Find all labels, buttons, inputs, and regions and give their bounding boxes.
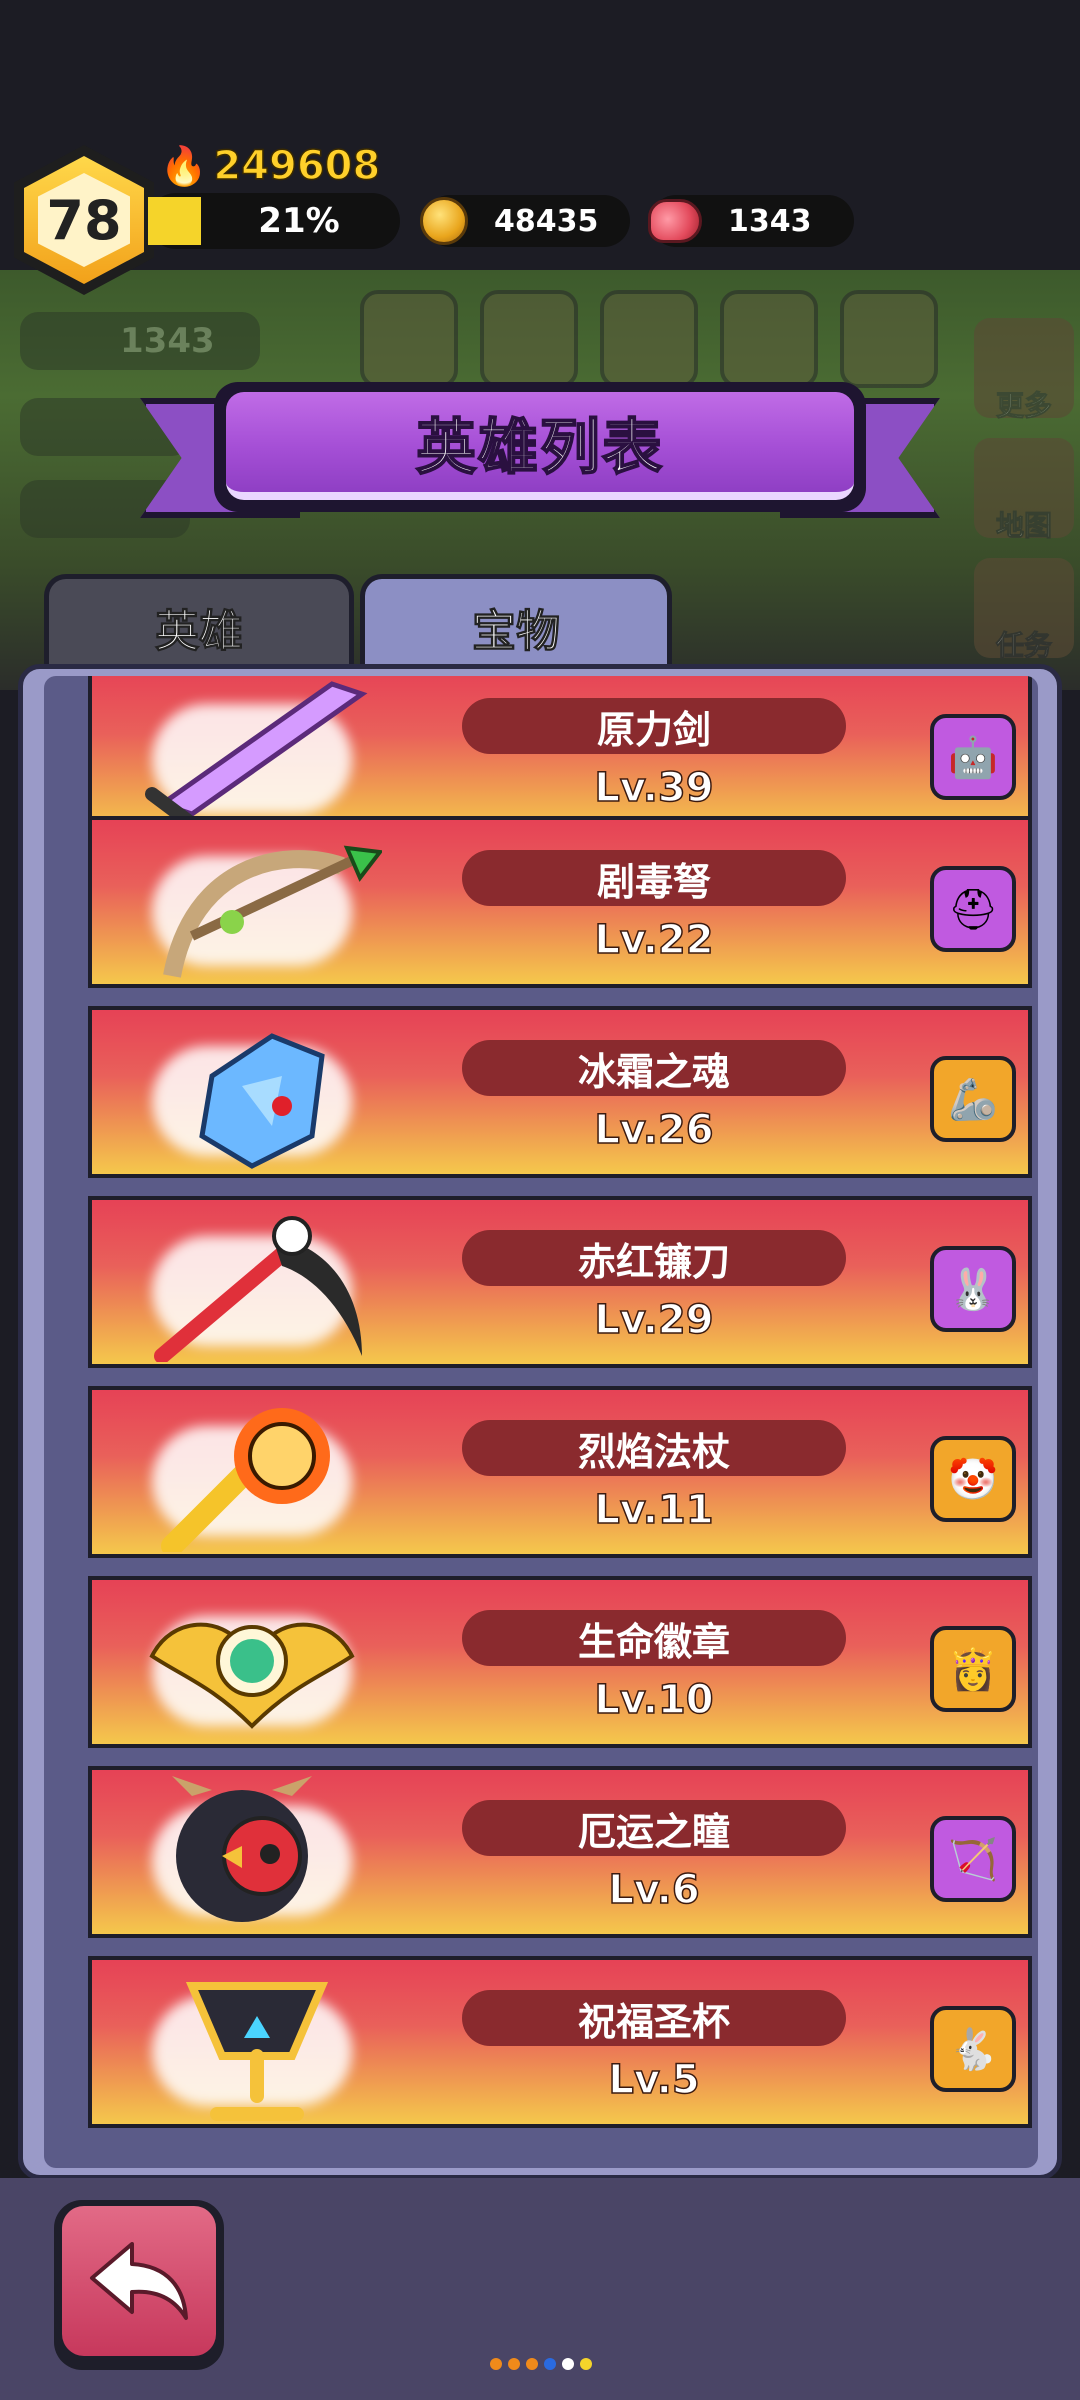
bg-icon — [720, 290, 818, 388]
bunny-hero-icon[interactable]: 🐰 — [930, 1246, 1016, 1332]
meat-value: 1343 — [728, 203, 812, 239]
treasure-level: Lv.6 — [608, 1866, 701, 1914]
treasure-name: 祝福圣杯 — [577, 1999, 730, 2044]
gold-counter[interactable]: 48435 — [420, 195, 630, 247]
treasure-list-scroll[interactable]: 原力剑 Lv.39 🤖 剧毒弩 Lv.22 ⛑ 冰霜之魂 Lv.26 🦾 赤红镰刀 Lv.29 🐰 烈焰… — [44, 676, 1038, 2168]
ice-crystal-icon — [132, 1016, 382, 1172]
back-button-face[interactable] — [62, 2206, 216, 2356]
treasure-name: 厄运之瞳 — [577, 1809, 730, 1854]
page-title: 英雄列表 — [415, 412, 664, 484]
treasure-level: Lv.5 — [608, 2056, 701, 2104]
treasure-name-pill: 祝福圣杯 — [462, 1990, 846, 2046]
paladin-hero-icon[interactable]: 👸 — [930, 1626, 1016, 1712]
robot-hero-icon[interactable]: 🤖 — [930, 714, 1016, 800]
combat-power-value: 249608 — [213, 142, 382, 190]
rabbit-hero-icon[interactable]: 🐇 — [930, 2006, 1016, 2092]
scythe-icon — [132, 1206, 382, 1362]
meat-icon — [648, 199, 702, 243]
treasure-name-pill: 赤红镰刀 — [462, 1230, 846, 1286]
page-dot — [490, 2358, 502, 2370]
treasure-name: 冰霜之魂 — [577, 1049, 730, 1094]
sword-icon — [132, 676, 382, 830]
ranger-hero-icon[interactable]: 🏹 — [930, 1816, 1016, 1902]
treasure-name-pill: 厄运之瞳 — [462, 1800, 846, 1856]
treasure-name-pill: 烈焰法杖 — [462, 1420, 846, 1476]
bird-eye-icon — [132, 1776, 382, 1932]
map-button[interactable]: 地图 — [974, 438, 1074, 543]
treasure-name-pill: 生命徽章 — [462, 1610, 846, 1666]
treasure-card[interactable]: 冰霜之魂 Lv.26 🦾 — [88, 1006, 1032, 1178]
treasure-card[interactable]: 烈焰法杖 Lv.11 🤡 — [88, 1386, 1032, 1558]
treasure-name: 原力剑 — [596, 707, 711, 752]
treasure-card[interactable]: 生命徽章 Lv.10 👸 — [88, 1576, 1032, 1748]
title-banner-face: 英雄列表 — [226, 392, 854, 500]
more-button[interactable]: 更多 — [974, 318, 1074, 423]
flame-icon: 🔥 — [160, 143, 208, 188]
treasure-card[interactable]: 赤红镰刀 Lv.29 🐰 — [88, 1196, 1032, 1368]
treasure-name-pill: 剧毒弩 — [462, 850, 846, 906]
treasure-name-pill: 原力剑 — [462, 698, 846, 754]
treasure-level: Lv.10 — [594, 1676, 715, 1724]
fire-staff-icon — [132, 1396, 382, 1552]
meat-counter[interactable]: 1343 — [648, 195, 854, 247]
player-level: 78 — [46, 188, 122, 252]
page-dot — [544, 2358, 556, 2370]
treasure-name: 烈焰法杖 — [577, 1429, 730, 1474]
mech-hero-icon[interactable]: 🦾 — [930, 1056, 1016, 1142]
bg-icon — [480, 290, 578, 388]
treasure-level: Lv.11 — [594, 1486, 715, 1534]
crossbow-icon — [132, 826, 382, 982]
treasure-name: 生命徽章 — [577, 1619, 730, 1664]
xp-percent: 21% — [258, 201, 340, 241]
gold-value: 48435 — [494, 203, 599, 239]
treasure-name: 剧毒弩 — [596, 859, 711, 904]
player-level-badge[interactable]: 78 — [14, 145, 154, 295]
treasure-level: Lv.26 — [594, 1106, 715, 1154]
bg-icon — [360, 290, 458, 388]
treasure-name: 赤红镰刀 — [577, 1239, 730, 1284]
page-dot — [580, 2358, 592, 2370]
treasure-card[interactable]: 原力剑 Lv.39 🤖 — [88, 676, 1032, 836]
treasure-level: Lv.39 — [594, 764, 715, 812]
coin-icon — [420, 197, 468, 245]
winged-badge-icon — [132, 1586, 382, 1742]
bg-meat-counter: 1343 — [20, 312, 260, 370]
treasure-card[interactable]: 祝福圣杯 Lv.5 🐇 — [88, 1956, 1032, 2128]
treasure-card[interactable]: 剧毒弩 Lv.22 ⛑ — [88, 816, 1032, 988]
tab-treasures[interactable]: 宝物 — [360, 574, 672, 674]
tab-treasures-label: 宝物 — [472, 605, 561, 657]
page-dot — [526, 2358, 538, 2370]
xp-bar-fill — [148, 197, 201, 245]
page-dot — [508, 2358, 520, 2370]
bg-icon — [600, 290, 698, 388]
jester-hero-icon[interactable]: 🤡 — [930, 1436, 1016, 1522]
quest-button[interactable]: 任务 — [974, 558, 1074, 663]
knight-hero-icon[interactable]: ⛑ — [930, 866, 1016, 952]
chalice-icon — [132, 1966, 382, 2122]
page-indicator — [490, 2358, 592, 2370]
tab-heroes[interactable]: 英雄 — [44, 574, 354, 674]
treasure-card[interactable]: 厄运之瞳 Lv.6 🏹 — [88, 1766, 1032, 1938]
bg-gear-icon — [840, 290, 938, 388]
combat-power: 🔥 249608 — [160, 138, 382, 194]
treasure-level: Lv.22 — [594, 916, 715, 964]
page-dot — [562, 2358, 574, 2370]
tab-heroes-label: 英雄 — [155, 605, 244, 657]
treasure-name-pill: 冰霜之魂 — [462, 1040, 846, 1096]
treasure-level: Lv.29 — [594, 1296, 715, 1344]
back-arrow-icon — [90, 2242, 188, 2320]
